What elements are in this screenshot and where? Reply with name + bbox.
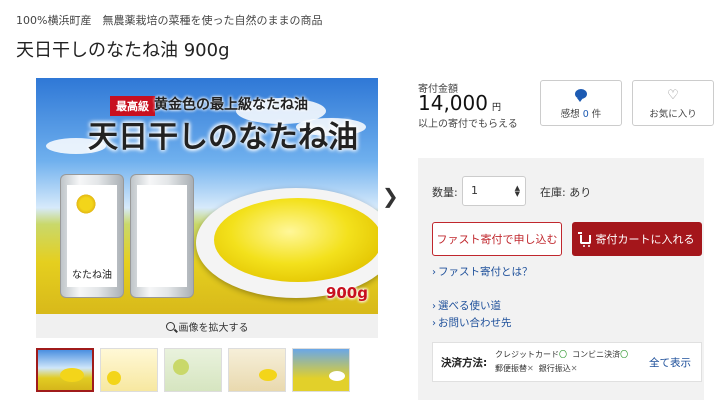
thumbnail-3[interactable] [164, 348, 222, 392]
favorite-label: お気に入り [649, 109, 697, 120]
image-subtitle: 黄金色の最上級なたね油 [154, 97, 308, 113]
oil-can-front: なたね油 [60, 174, 124, 298]
impressions-label: 感想 [560, 109, 580, 120]
contact-link[interactable]: › お問い合わせ先 [432, 315, 512, 330]
unavailable-icon: ✕ [570, 364, 578, 373]
magnifier-icon [165, 321, 175, 331]
fast-donation-label: ファスト寄付で申し込む [436, 233, 558, 246]
price-unit: 円 [492, 103, 502, 113]
available-icon: 〇 [559, 350, 567, 359]
stock-status: 在庫: あり [540, 186, 592, 199]
quantity-select[interactable]: 1 ▲ ▼ [462, 176, 526, 206]
impressions-count: 0 [582, 109, 589, 120]
price-amount: 14,000 [418, 91, 488, 115]
fast-donation-info-label: ファスト寄付とは？ [438, 266, 533, 278]
payment-method: 郵便振替 [495, 364, 527, 373]
quantity-label: 数量: [432, 186, 458, 199]
favorite-button[interactable]: ♡ お気に入り [632, 80, 714, 126]
cart-icon [577, 231, 591, 247]
can-label: なたね油 [72, 270, 112, 281]
payment-method: 銀行振込 [538, 364, 571, 373]
image-title: 天日干しのなたね油 [88, 120, 358, 155]
fast-donation-info-link[interactable]: › ファスト寄付とは？ [432, 264, 533, 279]
updown-arrows-icon: ▲ ▼ [514, 184, 520, 198]
usage-link[interactable]: › 選べる使い道 [432, 298, 501, 313]
thumbnail-2[interactable] [100, 348, 158, 392]
zoom-label: 画像を拡大する [178, 322, 249, 334]
impressions-suffix: 件 [591, 109, 602, 120]
add-to-cart-button[interactable]: 寄付カートに入れる [572, 222, 702, 256]
oil-can-back [130, 174, 194, 298]
chevron-right-icon[interactable]: ❯ [382, 184, 399, 208]
thumbnail-strip [36, 348, 350, 394]
chevron-right-icon: › [432, 267, 436, 278]
payment-methods-box: 決済方法: クレジットカード〇 コンビニ決済〇 郵便振替✕ 銀行振込✕ 全て表示 [432, 342, 702, 382]
chevron-right-icon: › [432, 318, 436, 329]
main-product-image[interactable]: 最高級 黄金色の最上級なたね油 天日干しのなたね油 なたね油 900g [36, 78, 378, 314]
thumbnail-1[interactable] [36, 348, 94, 392]
payment-method: クレジットカード [495, 350, 559, 359]
add-to-cart-label: 寄付カートに入れる [595, 233, 695, 246]
chevron-right-icon: › [432, 301, 436, 312]
heart-icon: ♡ [667, 88, 679, 103]
fast-donation-button[interactable]: ファスト寄付で申し込む [432, 222, 562, 256]
thumbnail-5[interactable] [292, 348, 350, 392]
price-note: 以上の寄付でもらえる [418, 119, 518, 130]
impressions-button[interactable]: 感想 0 件 [540, 80, 622, 126]
payment-methods-list: クレジットカード〇 コンビニ決済〇 郵便振替✕ 銀行振込✕ [495, 348, 645, 376]
thumbnail-4[interactable] [228, 348, 286, 392]
speech-bubble-icon [575, 89, 587, 102]
zoom-image-button[interactable]: 画像を拡大する [36, 314, 378, 338]
quantity-value: 1 [471, 184, 478, 197]
available-icon: 〇 [620, 350, 629, 359]
product-gallery: 最高級 黄金色の最上級なたね油 天日干しのなたね油 なたね油 900g 画像を拡… [36, 78, 378, 338]
usage-label: 選べる使い道 [438, 300, 501, 312]
payment-method: コンビニ決済 [572, 350, 621, 359]
show-all-payment-link[interactable]: 全て表示 [649, 355, 691, 370]
weight-label: 900g [325, 284, 368, 302]
contact-label: お問い合わせ先 [438, 317, 512, 329]
oil-pool [214, 198, 378, 282]
purchase-panel: 数量: 1 ▲ ▼ 在庫: あり ファスト寄付で申し込む 寄付カートに入れる › フ… [418, 158, 704, 400]
page-title: 天日干しのなたね油 900g [16, 40, 230, 61]
unavailable-icon: ✕ [527, 364, 534, 373]
page-subtitle: 100%横浜町産 無農薬栽培の菜種を使った自然のままの商品 [16, 14, 323, 27]
payment-label: 決済方法: [441, 357, 488, 369]
